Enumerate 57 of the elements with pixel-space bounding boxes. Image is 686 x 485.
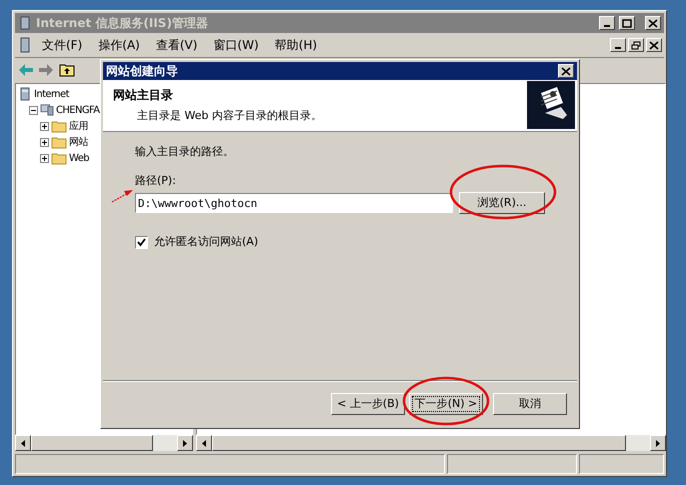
- close-icon: [649, 40, 659, 50]
- menu-item[interactable]: 文件(F): [35, 36, 90, 54]
- dialog-title: 网站创建向导: [106, 63, 178, 80]
- left-arrow-icon: [21, 440, 25, 446]
- menu-item[interactable]: 操作(A): [91, 36, 147, 54]
- path-label: 路径(P):: [135, 172, 177, 188]
- expand-icon[interactable]: [40, 122, 49, 130]
- checkbox[interactable]: [135, 236, 148, 249]
- horizontal-scrollbar[interactable]: [196, 435, 666, 451]
- close-button[interactable]: [646, 38, 662, 52]
- window-title: Internet 信息服务(IIS)管理器: [36, 15, 208, 32]
- maximize-button[interactable]: [619, 16, 635, 30]
- minimize-button[interactable]: [599, 16, 615, 30]
- maximize-icon: [622, 18, 632, 28]
- wizard-button[interactable]: 取消: [493, 393, 567, 415]
- folder-up-icon[interactable]: [59, 62, 75, 76]
- annotation-arrow: [112, 190, 133, 203]
- right-arrow-icon: [656, 440, 660, 446]
- expand-icon[interactable]: [40, 154, 49, 162]
- prompt-text: 输入主目录的路径。: [135, 144, 235, 160]
- folder-icon: [51, 136, 67, 148]
- horizontal-scrollbar[interactable]: [15, 435, 193, 451]
- collapse-icon[interactable]: [29, 106, 38, 114]
- forward-arrow-icon[interactable]: [39, 64, 53, 76]
- wizard-button[interactable]: 下一步(N) >: [409, 393, 483, 415]
- restore-button[interactable]: [628, 38, 644, 52]
- path-field[interactable]: D:\wwwroot\ghotocn: [135, 193, 453, 213]
- minimize-icon: [604, 25, 610, 27]
- check-icon: [137, 238, 146, 247]
- wizard-subheading: 主目录是 Web 内容子目录的根目录。: [136, 108, 323, 124]
- right-arrow-icon: [183, 440, 187, 446]
- restore-icon: [631, 40, 641, 50]
- minimize-button[interactable]: [610, 38, 626, 52]
- close-button[interactable]: [558, 64, 574, 78]
- computer-icon: [40, 104, 54, 116]
- menu-item[interactable]: 查看(V): [148, 36, 204, 54]
- left-arrow-icon: [202, 440, 206, 446]
- close-icon: [648, 18, 658, 28]
- close-icon: [561, 66, 571, 76]
- wizard-button[interactable]: < 上一步(B): [331, 393, 405, 415]
- menu-item[interactable]: 帮助(H): [268, 36, 324, 54]
- close-button[interactable]: [645, 16, 661, 30]
- checkbox-label: 允许匿名访问网站(A): [154, 234, 258, 250]
- tree-item[interactable]: CHENGFA: [56, 102, 100, 118]
- folder-icon: [51, 120, 67, 132]
- server-icon: [18, 87, 32, 101]
- expand-icon[interactable]: [40, 138, 49, 146]
- folder-icon: [51, 152, 67, 164]
- tree-item[interactable]: 应用: [69, 118, 88, 134]
- menu-item[interactable]: 窗口(W): [206, 36, 266, 54]
- minimize-icon: [615, 47, 621, 49]
- tree-item[interactable]: Internet: [34, 86, 69, 102]
- tree-item[interactable]: Web: [69, 150, 90, 166]
- browse-button[interactable]: 浏览(R)...: [459, 192, 545, 214]
- wizard-heading: 网站主目录: [113, 87, 174, 104]
- tree-item[interactable]: 网站: [69, 134, 88, 150]
- server-icon: [18, 16, 32, 30]
